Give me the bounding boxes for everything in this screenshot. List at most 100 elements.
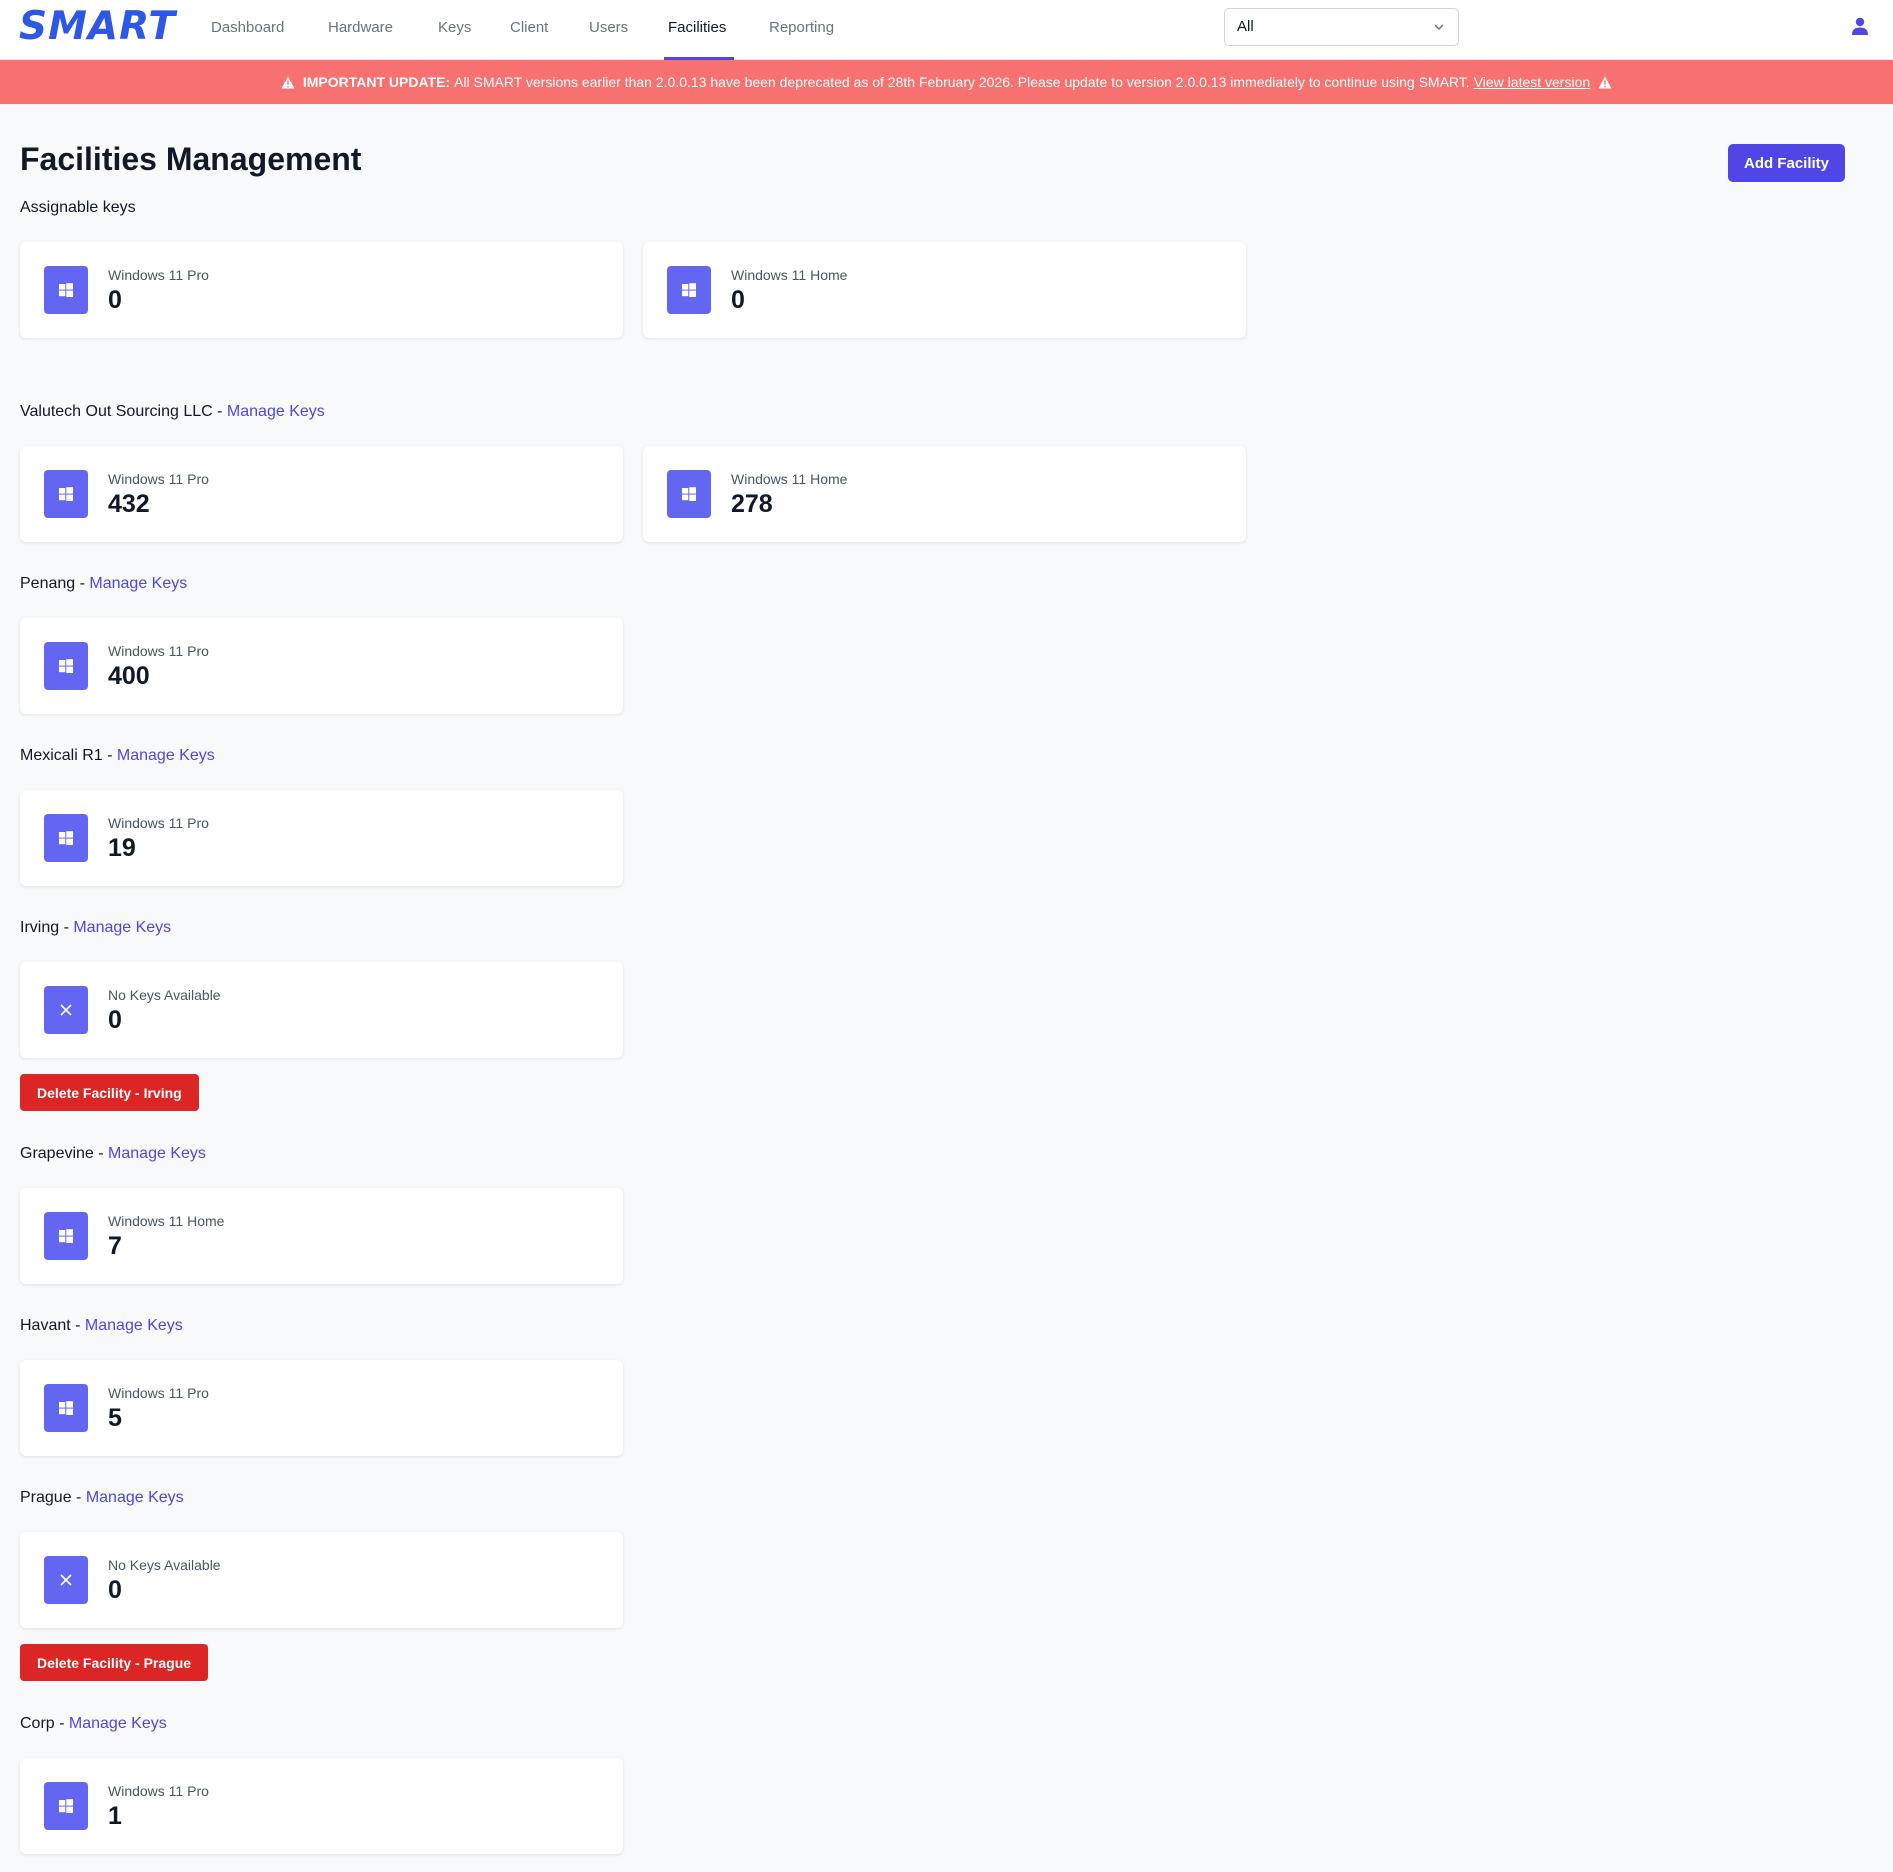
- deprecation-banner: IMPORTANT UPDATE: All SMART versions ear…: [0, 60, 1893, 104]
- manage-keys-link[interactable]: Manage Keys: [69, 1715, 167, 1732]
- separator: -: [59, 919, 74, 936]
- assignable-keys-heading: Assignable keys: [20, 199, 136, 216]
- manage-keys-link[interactable]: Manage Keys: [227, 403, 325, 420]
- key-count-card: Windows 11 Home 278: [643, 446, 1246, 542]
- windows-icon: [682, 283, 696, 297]
- key-type-label: Windows 11 Pro: [108, 643, 209, 659]
- close-icon: [60, 1574, 72, 1586]
- nav-hardware[interactable]: Hardware: [328, 0, 393, 60]
- key-type-icon-box: [44, 1782, 88, 1830]
- facility-name: Irving: [20, 919, 60, 936]
- facility-heading: Havant - Manage Keys: [20, 1317, 183, 1335]
- key-count-card: Windows 11 Pro 5: [20, 1360, 623, 1456]
- facility-heading: Mexicali R1 - Manage Keys: [20, 747, 215, 765]
- manage-keys-link[interactable]: Manage Keys: [86, 1489, 184, 1506]
- facility-heading: Corp - Manage Keys: [20, 1715, 167, 1733]
- key-type-label: Windows 11 Pro: [108, 471, 209, 487]
- chevron-down-icon: [1434, 24, 1444, 30]
- key-count-card: Windows 11 Pro 0: [20, 242, 623, 338]
- key-count-value: 278: [731, 490, 773, 518]
- nav-users[interactable]: Users: [589, 0, 628, 60]
- key-count-value: 0: [108, 1006, 122, 1034]
- key-type-label: Windows 11 Pro: [108, 815, 209, 831]
- key-type-label: No Keys Available: [108, 1557, 221, 1573]
- manage-keys-link[interactable]: Manage Keys: [108, 1145, 206, 1162]
- key-count-value: 1: [108, 1802, 122, 1830]
- windows-icon: [59, 283, 73, 297]
- key-type-icon-box: [44, 1556, 88, 1604]
- warning-icon: [1598, 76, 1612, 88]
- key-count-value: 0: [108, 286, 122, 314]
- facility-heading: Prague - Manage Keys: [20, 1489, 184, 1507]
- key-type-icon-box: [44, 1212, 88, 1260]
- smart-logo[interactable]: SMART: [19, 7, 185, 47]
- windows-icon: [59, 1799, 73, 1813]
- separator: -: [70, 1317, 85, 1334]
- key-count-value: 0: [731, 286, 745, 314]
- nav-dashboard[interactable]: Dashboard: [211, 0, 284, 60]
- key-type-icon-box: [44, 1384, 88, 1432]
- separator: -: [54, 1715, 69, 1732]
- key-count-card: Windows 11 Home 0: [643, 242, 1246, 338]
- key-count-card: Windows 11 Pro 19: [20, 790, 623, 886]
- windows-icon: [59, 659, 73, 673]
- windows-icon: [59, 831, 73, 845]
- key-type-label: No Keys Available: [108, 987, 221, 1003]
- nav-reporting[interactable]: Reporting: [769, 0, 834, 60]
- warning-icon: [281, 76, 295, 88]
- key-type-icon-box: [44, 470, 88, 518]
- windows-icon: [59, 487, 73, 501]
- key-count-value: 432: [108, 490, 150, 518]
- delete-facility-button[interactable]: Delete Facility - Prague: [20, 1644, 209, 1681]
- add-facility-button[interactable]: Add Facility: [1728, 144, 1845, 182]
- manage-keys-link[interactable]: Manage Keys: [89, 575, 187, 592]
- key-type-label: Windows 11 Home: [731, 471, 848, 487]
- key-count-card: Windows 11 Pro 400: [20, 618, 623, 714]
- facility-heading: Valutech Out Sourcing LLC - Manage Keys: [20, 403, 325, 421]
- key-type-icon-box: [44, 986, 88, 1034]
- windows-icon: [59, 1401, 73, 1415]
- key-count-card: Windows 11 Pro 1: [20, 1758, 623, 1854]
- manage-keys-link[interactable]: Manage Keys: [85, 1317, 183, 1334]
- separator: -: [93, 1145, 109, 1162]
- key-count-value: 5: [108, 1404, 122, 1432]
- windows-icon: [59, 1229, 73, 1243]
- key-count-value: 0: [108, 1576, 122, 1604]
- key-count-value: 19: [108, 834, 136, 862]
- nav-facilities[interactable]: Facilities: [668, 0, 726, 60]
- user-icon[interactable]: [1850, 16, 1870, 36]
- facility-heading: Grapevine - Manage Keys: [20, 1145, 206, 1163]
- key-type-label: Windows 11 Pro: [108, 267, 209, 283]
- facility-name: Havant: [20, 1317, 71, 1334]
- manage-keys-link[interactable]: Manage Keys: [73, 919, 171, 936]
- delete-facility-button[interactable]: Delete Facility - Irving: [20, 1074, 199, 1111]
- facility-name: Prague: [20, 1489, 72, 1506]
- facility-heading: Penang - Manage Keys: [20, 575, 187, 593]
- key-count-card: Windows 11 Pro 432: [20, 446, 623, 542]
- nav-keys[interactable]: Keys: [438, 0, 471, 60]
- separator: -: [75, 575, 90, 592]
- manage-keys-link[interactable]: Manage Keys: [117, 747, 215, 764]
- facility-name: Corp: [20, 1715, 55, 1732]
- key-type-icon-box: [667, 266, 711, 314]
- facility-filter-select[interactable]: All: [1224, 8, 1459, 46]
- view-latest-version-link[interactable]: View latest version: [1474, 74, 1590, 90]
- key-count-card: No Keys Available 0: [20, 962, 623, 1058]
- key-count-value: 400: [108, 662, 150, 690]
- key-type-label: Windows 11 Pro: [108, 1783, 209, 1799]
- separator: -: [102, 747, 117, 764]
- key-type-icon-box: [44, 814, 88, 862]
- nav-client[interactable]: Client: [510, 0, 548, 60]
- separator: -: [71, 1489, 86, 1506]
- banner-bold-label: IMPORTANT UPDATE:: [302, 74, 451, 90]
- key-count-value: 7: [108, 1232, 122, 1260]
- facility-name: Penang: [20, 575, 76, 592]
- key-type-label: Windows 11 Pro: [108, 1385, 209, 1401]
- key-type-icon-box: [667, 470, 711, 518]
- windows-icon: [682, 487, 696, 501]
- close-icon: [60, 1004, 72, 1016]
- facility-name: Mexicali R1: [20, 747, 103, 764]
- key-type-label: Windows 11 Home: [108, 1213, 225, 1229]
- key-type-icon-box: [44, 642, 88, 690]
- key-count-card: Windows 11 Home 7: [20, 1188, 623, 1284]
